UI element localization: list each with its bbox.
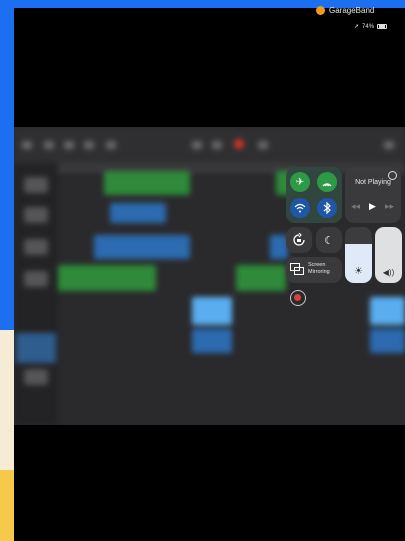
rotation-lock-toggle[interactable] bbox=[286, 227, 312, 253]
rewind-icon[interactable]: ◂◂ bbox=[351, 201, 360, 212]
screen-record-button[interactable] bbox=[290, 290, 306, 306]
region-blue[interactable] bbox=[192, 329, 232, 353]
toolbar-mixer-icon[interactable] bbox=[84, 141, 94, 149]
brightness-fill bbox=[345, 244, 372, 283]
airplane-icon[interactable]: ✈ bbox=[290, 172, 310, 192]
track-keys[interactable] bbox=[24, 207, 48, 223]
toolbar-back-icon[interactable] bbox=[22, 141, 32, 149]
now-playing-title: Not Playing bbox=[355, 179, 391, 186]
play-icon[interactable]: ▶ bbox=[369, 201, 376, 212]
toolbar-rewind-icon[interactable] bbox=[192, 141, 202, 149]
forward-icon[interactable]: ▸▸ bbox=[385, 201, 394, 212]
garageband-toolbar bbox=[14, 127, 405, 163]
status-app-name: GarageBand bbox=[329, 6, 375, 15]
region-light-blue[interactable] bbox=[192, 297, 232, 325]
battery-percent: 74% bbox=[362, 23, 375, 30]
garageband-app-icon bbox=[316, 6, 325, 15]
toolbar-instrument-icon[interactable] bbox=[64, 141, 74, 149]
do-not-disturb-toggle[interactable]: ☾ bbox=[316, 227, 342, 253]
volume-slider[interactable]: ◀)) bbox=[375, 227, 402, 283]
moon-icon: ☾ bbox=[324, 234, 334, 247]
track-drums[interactable] bbox=[24, 177, 48, 193]
toolbar-record-icon[interactable] bbox=[234, 139, 244, 149]
region-green[interactable] bbox=[58, 265, 156, 291]
track-headers bbox=[14, 163, 58, 425]
bluetooth-icon[interactable] bbox=[317, 198, 337, 218]
battery-icon bbox=[377, 24, 388, 29]
region-blue[interactable] bbox=[370, 329, 405, 353]
speaker-icon: ◀)) bbox=[382, 268, 395, 277]
location-icon: ➚ bbox=[354, 24, 360, 30]
wifi-icon[interactable] bbox=[290, 198, 310, 218]
backdrop-cream bbox=[0, 330, 14, 470]
toolbar-settings-icon[interactable] bbox=[384, 141, 394, 149]
screen-mirroring-button[interactable]: Screen Mirroring bbox=[286, 257, 342, 283]
antenna-icon[interactable] bbox=[317, 172, 337, 192]
toolbar-undo-icon[interactable] bbox=[106, 141, 116, 149]
toolbar-metronome-icon[interactable] bbox=[258, 141, 268, 149]
toolbar-view-icon[interactable] bbox=[44, 141, 54, 149]
track-synth[interactable] bbox=[24, 271, 48, 287]
backdrop-yellow bbox=[0, 470, 14, 541]
track-selected[interactable] bbox=[16, 333, 56, 363]
track-audio[interactable] bbox=[24, 369, 48, 385]
backdrop-blue-left bbox=[0, 0, 14, 330]
screen-mirroring-icon bbox=[290, 263, 304, 277]
brightness-slider[interactable]: ☀ bbox=[345, 227, 372, 283]
video-frame: GarageBand ➚ 74% ✈ Not Playing ◂◂ ▶ ▸▸ ☾ bbox=[0, 0, 405, 541]
rotation-lock-icon bbox=[286, 227, 312, 253]
region-green[interactable] bbox=[236, 265, 286, 291]
record-icon bbox=[294, 294, 301, 301]
region-blue[interactable] bbox=[110, 203, 166, 223]
screen-mirroring-label: Screen Mirroring bbox=[308, 262, 330, 275]
toolbar-play-icon[interactable] bbox=[212, 141, 222, 149]
region-green[interactable] bbox=[104, 171, 190, 195]
region-blue[interactable] bbox=[94, 235, 190, 259]
track-guitar[interactable] bbox=[24, 239, 48, 255]
status-app-indicator[interactable]: GarageBand bbox=[316, 6, 374, 15]
status-battery: ➚ 74% bbox=[354, 23, 388, 30]
region-light-blue[interactable] bbox=[370, 297, 405, 325]
sun-icon: ☀ bbox=[354, 266, 363, 277]
now-playing-tile[interactable]: Not Playing ◂◂ ▶ ▸▸ bbox=[345, 167, 401, 223]
connectivity-tile[interactable]: ✈ bbox=[286, 167, 342, 223]
